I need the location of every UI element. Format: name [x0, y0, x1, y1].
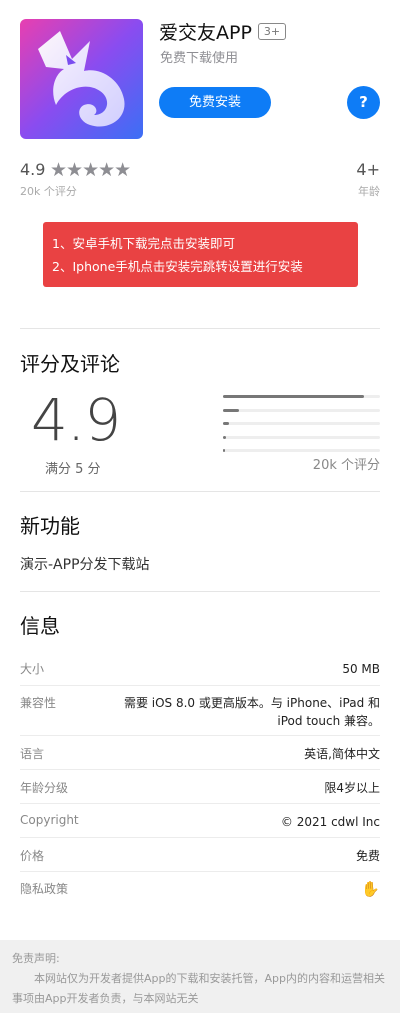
install-button[interactable]: 免费安装: [159, 87, 271, 118]
app-title: 爱交友APP 3+: [159, 18, 287, 45]
info-value: © 2021 cdwl Inc: [280, 815, 380, 829]
divider: [20, 735, 380, 736]
rating-bar-4-star: [223, 408, 380, 412]
info-key: Copyright: [20, 813, 79, 827]
rating-distribution: [223, 395, 380, 463]
info-title: 信息: [20, 614, 60, 638]
divider: [20, 328, 380, 329]
reviews-title: 评分及评论: [20, 352, 120, 376]
rating-bar-fill: [223, 408, 239, 412]
divider: [20, 837, 380, 838]
divider: [20, 591, 380, 592]
reviews-count: 20k 个评分: [312, 458, 380, 473]
info-key: 兼容性: [20, 696, 57, 710]
help-icon[interactable]: ?: [347, 86, 380, 119]
rating-bar-fill: [223, 422, 230, 426]
rating-summary: 4.9 ★★★★★ 20k 个评分 4+ 年龄: [20, 159, 380, 200]
divider: [20, 685, 380, 686]
rating-bar-1-star: [223, 449, 380, 453]
big-rating-value: 4.9: [31, 386, 121, 454]
divider: [20, 769, 380, 770]
app-subtitle: 免费下载使用: [160, 51, 239, 66]
app-name: 爱交友APP: [159, 22, 252, 44]
rating-bar-3-star: [223, 422, 380, 426]
rating-bar-2-star: [223, 435, 380, 439]
info-value: 50 MB: [342, 662, 380, 676]
info-key: 语言: [20, 747, 45, 761]
rating-bar-fill: [223, 395, 365, 398]
rating-out-of: 满分 5 分: [45, 462, 101, 477]
star-rating-icon: ★★★★★: [50, 159, 131, 181]
info-key: 价格: [20, 849, 45, 863]
divider: [20, 803, 380, 804]
rating-count: 20k 个评分: [20, 185, 77, 198]
info-value-line: 需要 iOS 8.0 或更高版本。与 iPhone、iPad 和: [123, 696, 380, 710]
rating-bar-fill: [223, 449, 225, 453]
rating-bar-fill: [223, 435, 227, 439]
rating-bar-5-star: [223, 395, 380, 398]
rating-value: 4.9: [20, 160, 46, 179]
info-value-line: iPod touch 兼容。: [277, 714, 380, 728]
age-value: 4+: [356, 160, 380, 179]
divider: [20, 491, 380, 492]
info-value: 需要 iOS 8.0 或更高版本。与 iPhone、iPad 和 iPod to…: [124, 694, 380, 730]
age-rating-badge: 3+: [257, 23, 287, 40]
new-features-text: 演示-APP分发下载站: [20, 557, 150, 573]
age-label: 年龄: [358, 185, 380, 198]
hand-icon[interactable]: ✋: [361, 880, 380, 898]
new-features-title: 新功能: [20, 514, 80, 538]
info-value: 英语,简体中文: [304, 747, 380, 761]
notice-line-1: 1、安卓手机下载完点击安装即可: [52, 236, 235, 251]
divider: [20, 871, 380, 872]
disclaimer-footer: 免责声明: 本网站仅为开发者提供App的下载和安装托管，App内的内容和运营相关…: [0, 940, 400, 1013]
info-value: 限4岁以上: [324, 781, 380, 795]
notice-line-2: 2、Iphone手机点击安装完跳转设置进行安装: [52, 259, 303, 274]
info-value: 免费: [355, 849, 380, 863]
app-icon: [20, 19, 143, 139]
info-key: 年龄分级: [20, 781, 69, 795]
disclaimer-heading: 免责声明:: [12, 952, 60, 965]
info-key: 隐私政策: [20, 882, 69, 896]
disclaimer-body: 本网站仅为开发者提供App的下载和安装托管，App内的内容和运营相关事项由App…: [12, 972, 385, 1005]
info-key: 大小: [20, 662, 45, 676]
install-notice: 1、安卓手机下载完点击安装即可 2、Iphone手机点击安装完跳转设置进行安装: [43, 222, 358, 287]
